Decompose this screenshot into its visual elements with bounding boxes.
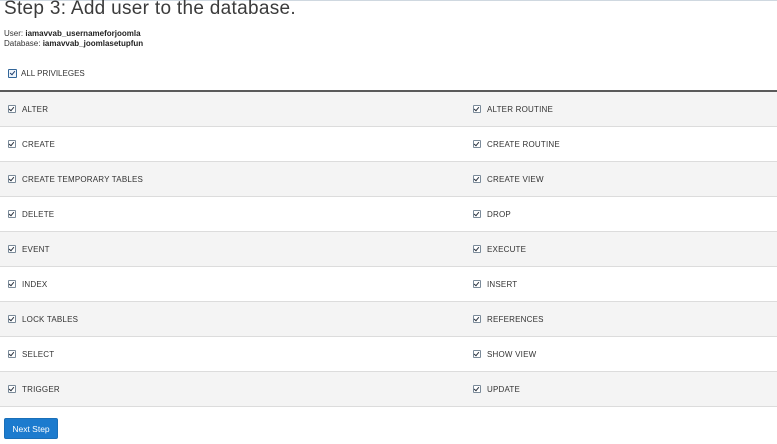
- privilege-option[interactable]: SELECT: [8, 349, 54, 359]
- all-privileges-label: ALL PRIVILEGES: [21, 69, 85, 78]
- privilege-option[interactable]: DELETE: [8, 209, 54, 219]
- privilege-label: SHOW VIEW: [487, 349, 537, 359]
- privilege-label: ALTER ROUTINE: [487, 104, 554, 114]
- privilege-option[interactable]: INSERT: [473, 279, 517, 289]
- privilege-option[interactable]: CREATE TEMPORARY TABLES: [8, 174, 143, 184]
- privilege-option[interactable]: DROP: [473, 209, 511, 219]
- privilege-checkbox[interactable]: [8, 280, 16, 288]
- privilege-label: DROP: [487, 209, 511, 219]
- privilege-option[interactable]: ALTER: [8, 104, 48, 114]
- privilege-checkbox[interactable]: [473, 175, 481, 183]
- privilege-row: INDEX INSERT: [0, 267, 777, 302]
- next-step-button[interactable]: Next Step: [4, 418, 58, 439]
- privilege-checkbox[interactable]: [8, 105, 16, 113]
- privilege-option[interactable]: CREATE ROUTINE: [473, 139, 560, 149]
- privilege-option[interactable]: ALTER ROUTINE: [473, 104, 553, 114]
- privilege-label: INDEX: [22, 279, 48, 289]
- privilege-option[interactable]: TRIGGER: [8, 384, 60, 394]
- privilege-checkbox[interactable]: [473, 210, 481, 218]
- user-info: User: iamavvab_usernameforjoomla: [4, 29, 141, 38]
- privilege-checkbox[interactable]: [8, 315, 16, 323]
- privilege-option[interactable]: UPDATE: [473, 384, 520, 394]
- privilege-option[interactable]: CREATE VIEW: [473, 174, 544, 184]
- privilege-checkbox[interactable]: [8, 140, 16, 148]
- privilege-label: DELETE: [22, 209, 55, 219]
- privilege-label: UPDATE: [487, 384, 521, 394]
- all-privileges-checkbox[interactable]: [8, 69, 17, 78]
- privilege-row: SELECT SHOW VIEW: [0, 337, 777, 372]
- user-label: User:: [4, 29, 24, 38]
- database-info: Database: iamavvab_joomlasetupfun: [4, 39, 143, 48]
- privilege-option[interactable]: REFERENCES: [473, 314, 544, 324]
- privilege-label: EVENT: [22, 244, 50, 254]
- privilege-label: INSERT: [487, 279, 518, 289]
- user-value: iamavvab_usernameforjoomla: [25, 29, 141, 38]
- all-privileges-option[interactable]: ALL PRIVILEGES: [8, 68, 85, 79]
- privilege-label: SELECT: [22, 349, 55, 359]
- privilege-checkbox[interactable]: [8, 385, 16, 393]
- privilege-row: EVENT EXECUTE: [0, 232, 777, 267]
- privilege-row: LOCK TABLES REFERENCES: [0, 302, 777, 337]
- privilege-checkbox[interactable]: [473, 140, 481, 148]
- privilege-option[interactable]: SHOW VIEW: [473, 349, 536, 359]
- privilege-label: LOCK TABLES: [22, 314, 79, 324]
- privileges-table: ALTER ALTER ROUTINE CREATE CREATE ROUTIN…: [0, 92, 777, 407]
- privilege-checkbox[interactable]: [8, 175, 16, 183]
- page-title: Step 3: Add user to the database.: [4, 0, 296, 19]
- privilege-option[interactable]: EXECUTE: [473, 244, 526, 254]
- privilege-checkbox[interactable]: [473, 105, 481, 113]
- privilege-row: DELETE DROP: [0, 197, 777, 232]
- privilege-label: REFERENCES: [487, 314, 544, 324]
- privilege-checkbox[interactable]: [8, 210, 16, 218]
- privilege-option[interactable]: CREATE: [8, 139, 55, 149]
- database-value: iamavvab_joomlasetupfun: [42, 39, 144, 48]
- privilege-label: CREATE VIEW: [487, 174, 544, 184]
- database-label: Database:: [4, 39, 41, 48]
- privilege-label: TRIGGER: [22, 384, 60, 394]
- privilege-checkbox[interactable]: [473, 280, 481, 288]
- privilege-checkbox[interactable]: [473, 350, 481, 358]
- privilege-label: ALTER: [22, 104, 49, 114]
- privilege-option[interactable]: LOCK TABLES: [8, 314, 78, 324]
- privilege-option[interactable]: EVENT: [8, 244, 50, 254]
- privilege-checkbox[interactable]: [8, 245, 16, 253]
- privilege-checkbox[interactable]: [473, 385, 481, 393]
- privilege-checkbox[interactable]: [8, 350, 16, 358]
- privilege-label: CREATE TEMPORARY TABLES: [22, 174, 144, 184]
- privilege-checkbox[interactable]: [473, 245, 481, 253]
- privilege-row: ALTER ALTER ROUTINE: [0, 92, 777, 127]
- privilege-label: CREATE: [22, 139, 56, 149]
- privilege-option[interactable]: INDEX: [8, 279, 47, 289]
- privilege-label: EXECUTE: [487, 244, 527, 254]
- privilege-checkbox[interactable]: [473, 315, 481, 323]
- privilege-row: CREATE CREATE ROUTINE: [0, 127, 777, 162]
- privilege-row: TRIGGER UPDATE: [0, 372, 777, 407]
- privilege-row: CREATE TEMPORARY TABLES CREATE VIEW: [0, 162, 777, 197]
- privilege-label: CREATE ROUTINE: [487, 139, 560, 149]
